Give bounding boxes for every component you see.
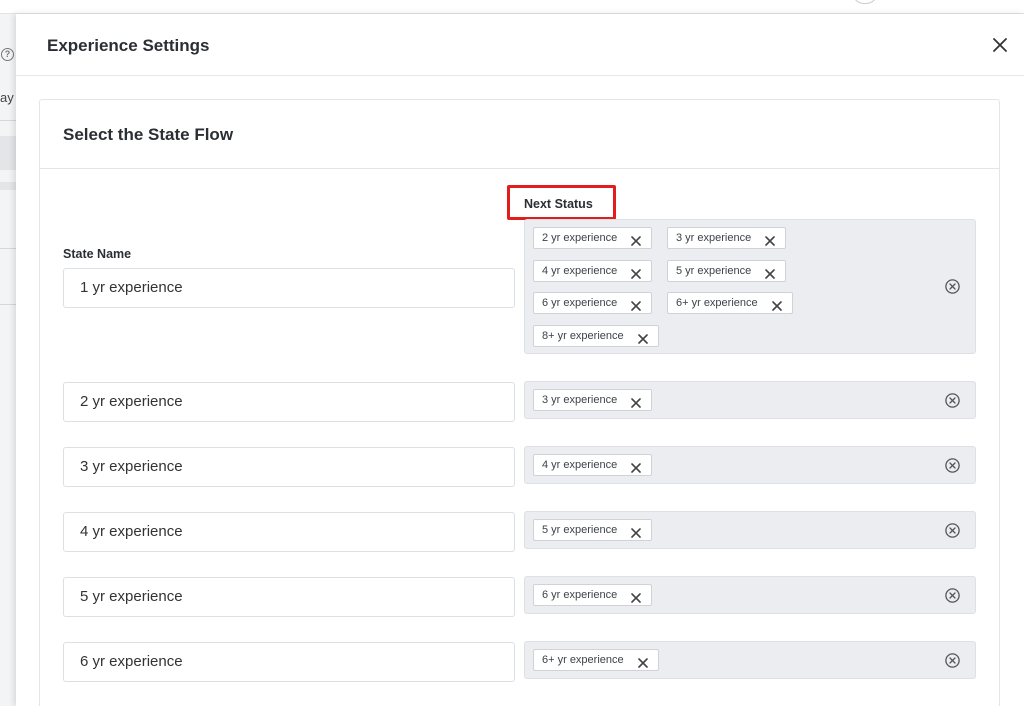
next-status-select[interactable]: 2 yr experience 3 yr experience 4 yr exper… <box>524 219 976 354</box>
status-tag-label: 6+ yr experience <box>676 297 758 309</box>
status-tag: 3 yr experience <box>533 389 653 411</box>
remove-tag-icon[interactable] <box>631 298 641 311</box>
remove-tag-icon[interactable] <box>765 233 775 246</box>
clear-all-icon[interactable] <box>944 587 961 604</box>
remove-tag-icon[interactable] <box>631 525 641 538</box>
status-tag: 5 yr experience <box>667 259 787 282</box>
clear-all-icon[interactable] <box>944 392 961 409</box>
drawer-title: Experience Settings <box>47 36 210 55</box>
status-tag-label: 6+ yr experience <box>542 654 624 666</box>
background-block <box>0 182 16 190</box>
status-tag-label: 4 yr experience <box>542 459 618 471</box>
state-name-input[interactable]: 2 yr experience <box>63 382 515 422</box>
status-tag-label: 8+ yr experience <box>542 329 624 342</box>
clear-all-icon[interactable] <box>944 457 961 474</box>
background-divider <box>0 248 16 249</box>
next-status-select[interactable]: 6 yr experience <box>524 576 976 614</box>
close-button[interactable] <box>989 34 1011 56</box>
status-tag: 4 yr experience <box>533 454 653 476</box>
drawer-header: Experience Settings <box>16 14 1024 76</box>
status-tag-label: 6 yr experience <box>542 589 618 601</box>
state-name-input[interactable]: 6 yr experience <box>63 642 515 682</box>
status-tag-label: 2 yr experience <box>542 232 618 244</box>
status-tag: 3 yr experience <box>667 227 787 249</box>
remove-tag-icon[interactable] <box>631 395 641 408</box>
status-tag-label: 5 yr experience <box>676 264 752 277</box>
background-divider <box>0 304 16 305</box>
status-tag-label: 3 yr experience <box>542 394 618 406</box>
card-header: Select the State Flow <box>40 100 999 169</box>
status-tag: 4 yr experience <box>533 259 653 282</box>
status-tag-label: 5 yr experience <box>542 524 618 536</box>
remove-tag-icon[interactable] <box>631 233 641 246</box>
clear-all-icon[interactable] <box>944 652 961 669</box>
next-status-select[interactable]: 5 yr experience <box>524 511 976 549</box>
remove-tag-icon[interactable] <box>631 590 641 603</box>
remove-tag-icon[interactable] <box>631 266 641 279</box>
status-tag: 5 yr experience <box>533 519 653 541</box>
next-status-select[interactable]: 4 yr experience <box>524 446 976 484</box>
state-name-input[interactable]: 1 yr experience <box>63 268 515 308</box>
status-tag: 8+ yr experience <box>533 324 659 347</box>
state-name-input[interactable]: 3 yr experience <box>63 447 515 487</box>
background-text: ay <box>0 90 14 105</box>
status-tag-label: 6 yr experience <box>542 297 618 309</box>
status-tag: 6+ yr experience <box>533 649 659 671</box>
background-block <box>0 136 16 170</box>
status-tag-label: 3 yr experience <box>676 232 752 244</box>
remove-tag-icon[interactable] <box>772 298 782 311</box>
close-icon[interactable] <box>989 34 1011 56</box>
state-flow-card: Select the State Flow Next Status State … <box>39 99 1000 706</box>
status-tag-label: 4 yr experience <box>542 264 618 277</box>
state-name-label: State Name <box>63 247 132 261</box>
experience-settings-drawer: Experience Settings Select the State Flo… <box>16 14 1024 706</box>
remove-tag-icon[interactable] <box>631 460 641 473</box>
clear-all-icon[interactable] <box>944 522 961 539</box>
clear-all-icon[interactable] <box>944 278 961 295</box>
card-title: Select the State Flow <box>63 125 234 144</box>
help-icon: ? <box>1 48 14 61</box>
status-tag: 6+ yr experience <box>667 292 793 314</box>
state-name-input[interactable]: 5 yr experience <box>63 577 515 617</box>
remove-tag-icon[interactable] <box>765 266 775 279</box>
status-tag: 6 yr experience <box>533 584 653 606</box>
next-status-label: Next Status <box>524 197 593 211</box>
next-status-select[interactable]: 3 yr experience <box>524 381 976 419</box>
status-tag: 6 yr experience <box>533 292 653 314</box>
next-status-select[interactable]: 6+ yr experience <box>524 641 976 679</box>
status-tag: 2 yr experience <box>533 227 653 249</box>
state-name-input[interactable]: 4 yr experience <box>63 512 515 552</box>
remove-tag-icon[interactable] <box>638 331 648 344</box>
background-divider <box>0 120 16 121</box>
remove-tag-icon[interactable] <box>638 655 648 668</box>
